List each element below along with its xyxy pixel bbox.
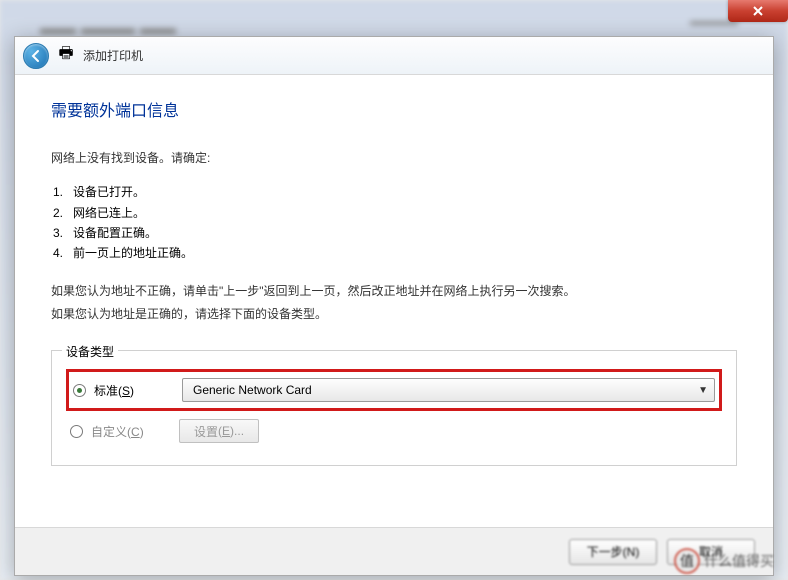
wizard-footer: 下一步(N) 取消 <box>15 527 773 575</box>
checklist-item: 设备配置正确。 <box>51 223 737 243</box>
checklist-item: 前一页上的地址正确。 <box>51 243 737 263</box>
device-type-fieldset: 设备类型 标准(S) Generic Network Card ▼ 自定义(C)… <box>51 350 737 466</box>
close-icon <box>752 5 764 17</box>
dropdown-value: Generic Network Card <box>193 383 312 397</box>
watermark-logo-icon: 值 <box>674 548 700 574</box>
checklist-item: 设备已打开。 <box>51 182 737 202</box>
custom-radio-label: 自定义(C) <box>91 423 171 440</box>
printer-icon: 🖶 <box>57 47 75 65</box>
back-arrow-icon <box>29 49 43 63</box>
standard-radio[interactable] <box>73 384 86 397</box>
next-button[interactable]: 下一步(N) <box>569 539 657 565</box>
custom-radio-row[interactable]: 自定义(C) 设置(E)... <box>66 411 722 451</box>
device-type-dropdown[interactable]: Generic Network Card ▼ <box>182 378 715 402</box>
wizard-header: 🖶 添加打印机 <box>15 37 773 75</box>
help-text-2: 如果您认为地址是正确的，请选择下面的设备类型。 <box>51 305 737 324</box>
page-heading: 需要额外端口信息 <box>51 97 737 121</box>
checklist: 设备已打开。 网络已连上。 设备配置正确。 前一页上的地址正确。 <box>51 182 737 264</box>
standard-radio-label: 标准(S) <box>94 382 174 399</box>
standard-radio-row[interactable]: 标准(S) Generic Network Card ▼ <box>66 369 722 411</box>
checklist-item: 网络已连上。 <box>51 203 737 223</box>
intro-text: 网络上没有找到设备。请确定: <box>51 149 737 168</box>
close-button[interactable] <box>728 0 788 22</box>
watermark: 值 什么值得买 <box>674 548 774 574</box>
back-button[interactable] <box>23 43 49 69</box>
watermark-text: 什么值得买 <box>704 551 774 571</box>
fieldset-legend: 设备类型 <box>62 343 118 360</box>
help-text-1: 如果您认为地址不正确，请单击"上一步"返回到上一页，然后改正地址并在网络上执行另… <box>51 282 737 301</box>
wizard-content: 需要额外端口信息 网络上没有找到设备。请确定: 设备已打开。 网络已连上。 设备… <box>15 75 773 488</box>
chevron-down-icon: ▼ <box>698 385 708 396</box>
settings-button: 设置(E)... <box>179 419 259 443</box>
custom-radio[interactable] <box>70 425 83 438</box>
wizard-title: 添加打印机 <box>83 47 143 64</box>
wizard-window: 🖶 添加打印机 需要额外端口信息 网络上没有找到设备。请确定: 设备已打开。 网… <box>14 36 774 576</box>
